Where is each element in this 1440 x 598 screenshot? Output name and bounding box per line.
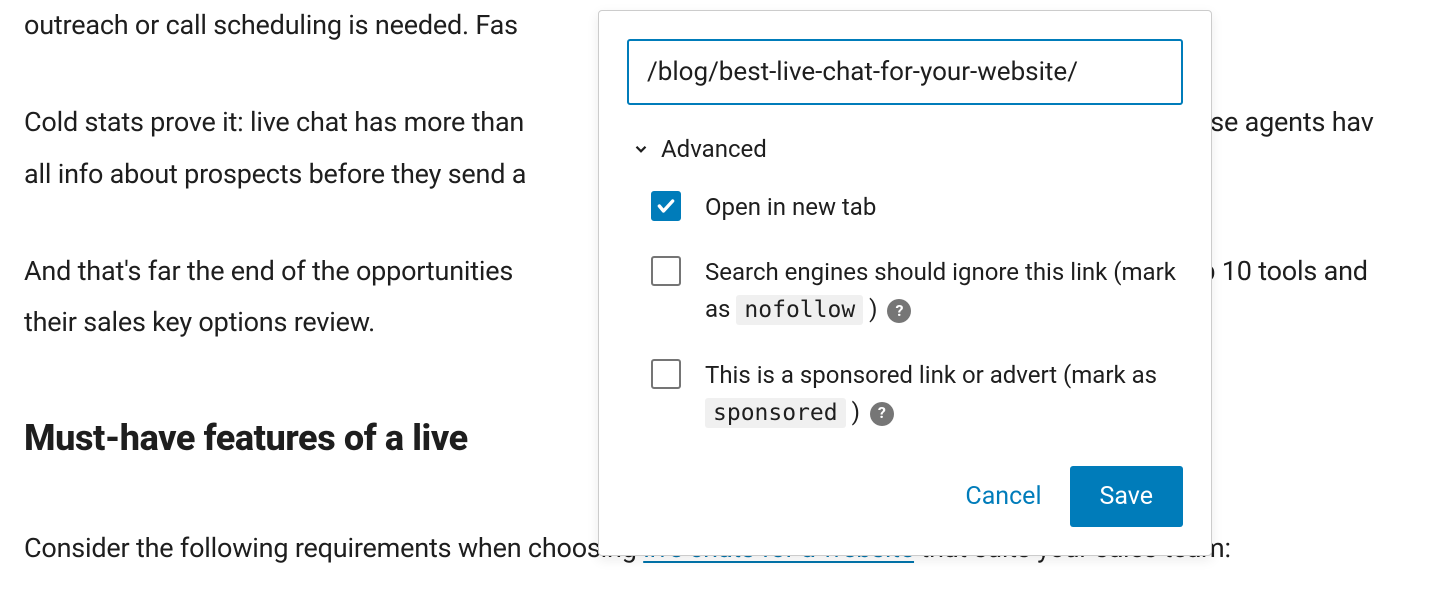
cancel-button[interactable]: Cancel <box>959 468 1047 525</box>
text-fragment: And that's far the end of the opportunit… <box>24 255 513 287</box>
nofollow-code: nofollow <box>736 295 863 325</box>
sponsored-code: sponsored <box>705 398 846 428</box>
help-icon[interactable]: ? <box>870 402 894 426</box>
advanced-label: Advanced <box>661 135 767 163</box>
open-new-tab-checkbox[interactable] <box>651 191 681 221</box>
text-fragment: This is a sponsored link or advert (mark… <box>705 361 1157 389</box>
chevron-down-icon <box>631 139 651 159</box>
text-fragment: ) <box>846 398 860 426</box>
popover-actions: Cancel Save <box>627 466 1183 527</box>
text-fragment: Cold stats prove it: live chat has more … <box>24 106 524 138</box>
text-fragment: Consider the following requirements when… <box>24 532 643 564</box>
open-new-tab-label: Open in new tab <box>705 189 876 226</box>
link-url-input[interactable] <box>627 39 1183 105</box>
save-button[interactable]: Save <box>1070 466 1183 527</box>
sponsored-label: This is a sponsored link or advert (mark… <box>705 357 1183 432</box>
sponsored-checkbox[interactable] <box>651 359 681 389</box>
option-open-new-tab: Open in new tab <box>651 189 1183 226</box>
option-nofollow: Search engines should ignore this link (… <box>651 254 1183 329</box>
help-icon[interactable]: ? <box>887 299 911 323</box>
link-settings-popover: Advanced Open in new tab Search engines … <box>598 10 1212 556</box>
text-fragment: ) <box>863 295 877 323</box>
text-fragment: all info about prospects before they sen… <box>24 158 526 190</box>
advanced-toggle[interactable]: Advanced <box>631 135 1183 163</box>
text-fragment: their sales key options review. <box>24 306 375 338</box>
nofollow-checkbox[interactable] <box>651 256 681 286</box>
option-sponsored: This is a sponsored link or advert (mark… <box>651 357 1183 432</box>
nofollow-label: Search engines should ignore this link (… <box>705 254 1183 329</box>
advanced-options: Open in new tab Search engines should ig… <box>627 189 1183 432</box>
